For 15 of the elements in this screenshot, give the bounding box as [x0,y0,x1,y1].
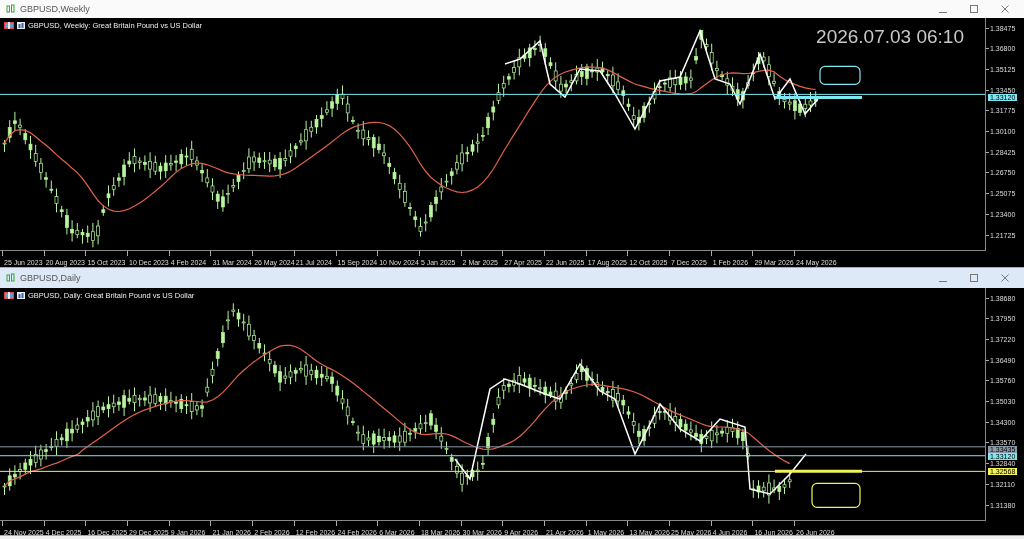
chart-icon [17,22,25,29]
window-title: GBPUSD,Daily [20,273,82,283]
maximize-icon[interactable] [970,5,978,13]
close-icon[interactable] [1001,274,1009,282]
chart-icon [6,273,15,283]
window-title: GBPUSD,Weekly [20,4,91,14]
flag-icon [4,292,14,299]
close-icon[interactable] [1001,5,1009,13]
rectangle-shape [819,65,861,85]
chart-icon [6,4,15,14]
rectangle-shape [811,482,861,508]
chart-icon [17,292,25,299]
timestamp: 2026.07.03 06:10 [816,26,964,48]
flag-icon [4,22,14,29]
maximize-icon[interactable] [970,274,978,282]
